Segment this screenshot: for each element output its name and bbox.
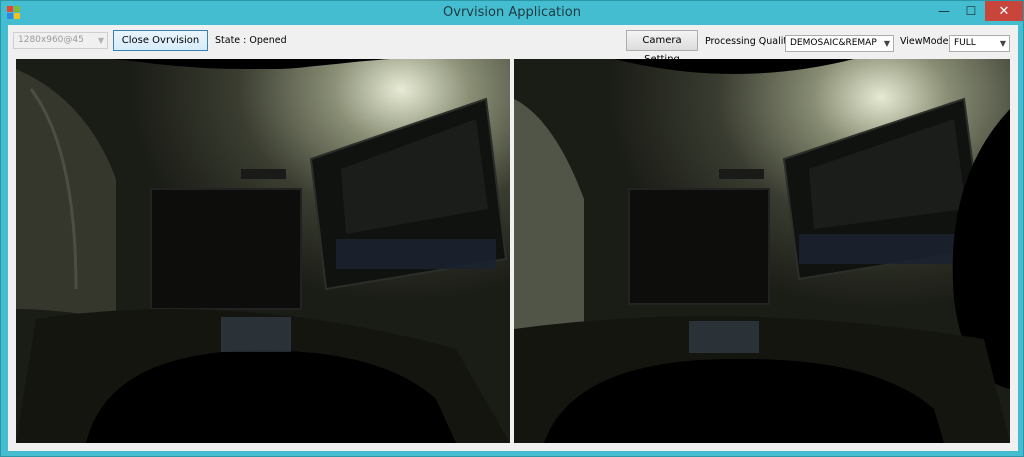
right-camera-image (514, 59, 1010, 443)
viewmode-value: FULL (954, 38, 976, 48)
chevron-down-icon: ▼ (883, 39, 890, 48)
application-window: Ovrvision Application — ☐ ✕ 1280x960@45 … (0, 0, 1024, 457)
chevron-down-icon: ▼ (97, 36, 104, 45)
left-camera-image (16, 59, 510, 443)
right-camera-view[interactable] (514, 59, 1010, 443)
chevron-down-icon: ▼ (999, 39, 1006, 48)
viewmode-select[interactable]: FULL ▼ (949, 35, 1010, 52)
viewmode-label: ViewMode : (900, 36, 955, 47)
left-camera-view[interactable] (16, 59, 510, 443)
processing-quality-value: DEMOSAIC&REMAP (790, 38, 877, 48)
processing-quality-select[interactable]: DEMOSAIC&REMAP ▼ (785, 35, 894, 52)
maximize-button[interactable]: ☐ (958, 1, 984, 21)
state-label: State : Opened (215, 35, 287, 46)
resolution-value: 1280x960@45 (18, 35, 84, 45)
close-window-button[interactable]: ✕ (985, 1, 1023, 21)
window-title: Ovrvision Application (443, 5, 581, 20)
resolution-select[interactable]: 1280x960@45 ▼ (13, 32, 108, 49)
camera-setting-button[interactable]: Camera Setting (626, 30, 698, 65)
title-bar[interactable]: Ovrvision Application — ☐ ✕ (1, 1, 1023, 25)
close-ovrvision-button[interactable]: Close Ovrvision (113, 30, 208, 51)
minimize-button[interactable]: — (931, 1, 957, 21)
client-area: 1280x960@45 ▼ Close Ovrvision State : Op… (8, 25, 1018, 451)
